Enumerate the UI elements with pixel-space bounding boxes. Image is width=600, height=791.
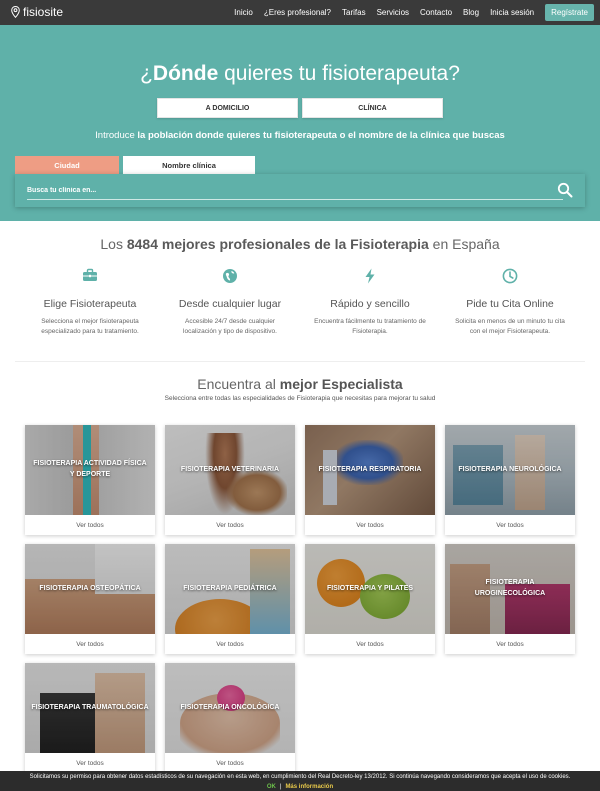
card-photo: FISIOTERAPIA Y PILATES [305, 544, 435, 634]
specialty-card-pilates[interactable]: FISIOTERAPIA Y PILATES Ver todos [305, 544, 435, 654]
feature-desc: Accesible 24/7 desde cualquier localizac… [183, 318, 277, 336]
register-button[interactable]: Regístrate [545, 4, 594, 21]
top-navbar: fisiosite Inicio ¿Eres profesional? Tari… [0, 0, 600, 25]
card-label: FISIOTERAPIA OSTEOPÁTICA [39, 584, 141, 592]
nav-link-blog[interactable]: Blog [463, 8, 479, 17]
search-icon[interactable] [557, 182, 573, 198]
stats-title-pre: Los [100, 236, 127, 252]
specialists-title: Encuentra al mejor Especialista [0, 376, 600, 392]
view-all-link[interactable]: Ver todos [25, 753, 155, 773]
specialty-card-sports[interactable]: FISIOTERAPIA ACTIVIDAD FÍSICA Y DEPORTE … [25, 425, 155, 535]
card-label: FISIOTERAPIA ONCOLÓGICA [180, 703, 280, 711]
globe-icon [223, 269, 237, 283]
nav-link-tarifas[interactable]: Tarifas [342, 8, 366, 17]
nav-link-servicios[interactable]: Servicios [377, 8, 409, 17]
feature-desc: Solicita en menos de un minuto tu cita c… [455, 318, 565, 336]
card-label: FISIOTERAPIA ACTIVIDAD FÍSICA Y DEPORTE [33, 460, 147, 478]
stats-title-bold: 8484 mejores profesionales de la Fisiote… [126, 236, 429, 252]
view-all-link[interactable]: Ver todos [165, 515, 295, 535]
nav-link-contacto[interactable]: Contacto [420, 8, 452, 17]
hero-title: ¿Dónde quieres tu fisioterapeuta? [0, 62, 600, 86]
card-label: FISIOTERAPIA RESPIRATORIA [318, 465, 422, 473]
specialists-title-pre: Encuentra al [197, 376, 280, 392]
tab-clinic-name[interactable]: Nombre clínica [123, 156, 255, 174]
search-box [15, 174, 585, 207]
cookie-more-info-link[interactable]: Más información [285, 784, 333, 790]
specialty-card-veterinary[interactable]: FISIOTERAPIA VETERINARIA Ver todos [165, 425, 295, 535]
cookie-separator: | [279, 784, 282, 790]
view-all-link[interactable]: Ver todos [25, 515, 155, 535]
specialty-card-osteopathic[interactable]: FISIOTERAPIA OSTEOPÁTICA Ver todos [25, 544, 155, 654]
card-label: FISIOTERAPIA PEDIÁTRICA [183, 584, 277, 592]
cookie-text: Solicitamos su permiso para obtener dato… [29, 774, 571, 780]
card-photo: FISIOTERAPIA RESPIRATORIA [305, 425, 435, 515]
specialty-card-respiratory[interactable]: FISIOTERAPIA RESPIRATORIA Ver todos [305, 425, 435, 535]
feature-title: Pide tu Cita Online [466, 298, 554, 310]
hero-intro: Introduce la población donde quieres tu … [0, 130, 600, 141]
lightning-icon [365, 268, 375, 284]
card-label: FISIOTERAPIA TRAUMATOLÓGICA [31, 703, 149, 711]
section-divider [15, 361, 585, 362]
feature-desc: Selecciona el mejor fisioterapeuta espec… [41, 318, 139, 336]
view-all-link[interactable]: Ver todos [305, 634, 435, 654]
specialists-title-bold: mejor Especialista [279, 376, 403, 392]
feature-fast: Rápido y sencillo Encuentra fácilmente t… [300, 268, 440, 338]
nav-links: Inicio ¿Eres profesional? Tarifas Servic… [223, 4, 594, 21]
card-photo: FISIOTERAPIA ACTIVIDAD FÍSICA Y DEPORTE [25, 425, 155, 515]
card-photo: FISIOTERAPIA NEUROLÓGICA [445, 425, 575, 515]
logo-text: fisiosite [23, 5, 64, 19]
briefcase-icon [83, 268, 97, 281]
nav-link-inicio[interactable]: Inicio [234, 8, 253, 17]
nav-link-eres-profesional[interactable]: ¿Eres profesional? [264, 8, 331, 17]
search-input[interactable] [27, 181, 563, 200]
hero-intro-bold: la población donde quieres tu fisioterap… [137, 130, 505, 141]
stats-title: Los 8484 mejores profesionales de la Fis… [0, 236, 600, 252]
home-visit-button[interactable]: A DOMICILIO [157, 98, 298, 118]
view-all-link[interactable]: Ver todos [165, 634, 295, 654]
site-logo[interactable]: fisiosite [11, 5, 63, 19]
specialty-card-neurological[interactable]: FISIOTERAPIA NEUROLÓGICA Ver todos [445, 425, 575, 535]
location-pin-icon [11, 6, 20, 18]
cookie-actions: OK | Más información [0, 784, 600, 790]
specialty-card-pediatric[interactable]: FISIOTERAPIA PEDIÁTRICA Ver todos [165, 544, 295, 654]
feature-anywhere: Desde cualquier lugar Accesible 24/7 des… [160, 268, 300, 338]
hero-section: ¿Dónde quieres tu fisioterapeuta? A DOMI… [0, 25, 600, 221]
view-all-link[interactable]: Ver todos [445, 634, 575, 654]
specialty-card-oncological[interactable]: FISIOTERAPIA ONCOLÓGICA Ver todos [165, 663, 295, 773]
card-photo: FISIOTERAPIA PEDIÁTRICA [165, 544, 295, 634]
feature-title: Elige Fisioterapeuta [43, 298, 137, 310]
card-label: FISIOTERAPIA UROGINECOLÓGICA [474, 579, 546, 597]
card-label: FISIOTERAPIA NEUROLÓGICA [458, 465, 562, 473]
card-photo: FISIOTERAPIA TRAUMATOLÓGICA [25, 663, 155, 753]
hero-title-pre: ¿ [140, 62, 153, 85]
view-all-link[interactable]: Ver todos [445, 515, 575, 535]
hero-title-post: quieres tu fisioterapeuta? [218, 62, 460, 85]
specialists-subtitle: Selecciona entre todas las especialidade… [164, 395, 436, 402]
card-label: FISIOTERAPIA Y PILATES [326, 584, 414, 592]
feature-title: Rápido y sencillo [330, 298, 410, 310]
view-all-link[interactable]: Ver todos [25, 634, 155, 654]
card-photo: FISIOTERAPIA OSTEOPÁTICA [25, 544, 155, 634]
clock-icon [502, 268, 518, 284]
feature-choose: Elige Fisioterapeuta Selecciona el mejor… [20, 268, 160, 338]
tab-city[interactable]: Ciudad [15, 156, 119, 174]
stats-title-post: en España [428, 236, 500, 252]
hero-intro-pre: Introduce [95, 130, 138, 141]
card-photo: FISIOTERAPIA UROGINECOLÓGICA [445, 544, 575, 634]
specialty-card-traumatological[interactable]: FISIOTERAPIA TRAUMATOLÓGICA Ver todos [25, 663, 155, 773]
feature-desc: Encuentra fácilmente tu tratamiento de F… [314, 318, 426, 336]
specialty-card-urogynecological[interactable]: FISIOTERAPIA UROGINECOLÓGICA Ver todos [445, 544, 575, 654]
feature-title: Desde cualquier lugar [178, 298, 282, 310]
cookie-banner: Solicitamos su permiso para obtener dato… [0, 771, 600, 791]
card-label: FISIOTERAPIA VETERINARIA [180, 465, 280, 473]
view-all-link[interactable]: Ver todos [305, 515, 435, 535]
card-photo: FISIOTERAPIA ONCOLÓGICA [165, 663, 295, 753]
view-all-link[interactable]: Ver todos [165, 753, 295, 773]
nav-link-login[interactable]: Inicia sesión [490, 8, 534, 17]
feature-online: Pide tu Cita Online Solicita en menos de… [440, 268, 580, 338]
card-photo: FISIOTERAPIA VETERINARIA [165, 425, 295, 515]
clinic-button[interactable]: CLÍNICA [302, 98, 443, 118]
cookie-accept-button[interactable]: OK [267, 784, 276, 790]
hero-title-bold: Dónde [152, 62, 219, 85]
